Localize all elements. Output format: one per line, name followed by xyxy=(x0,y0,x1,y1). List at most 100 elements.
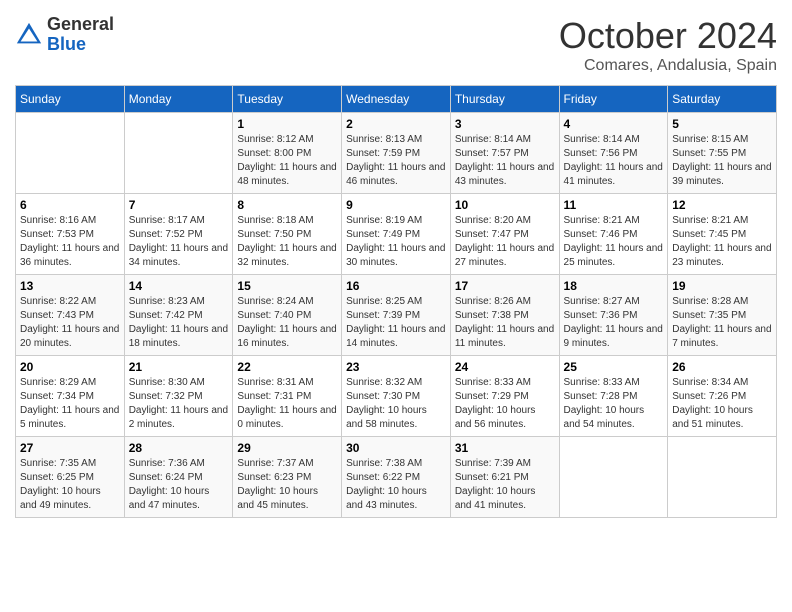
week-row-1: 1 Sunrise: 8:12 AMSunset: 8:00 PMDaylight… xyxy=(16,113,777,194)
weekday-header-saturday: Saturday xyxy=(668,86,777,113)
day-number: 30 xyxy=(346,441,446,455)
day-cell: 12 Sunrise: 8:21 AMSunset: 7:45 PMDayligh… xyxy=(668,194,777,275)
weekday-header-monday: Monday xyxy=(124,86,233,113)
day-info: Sunrise: 7:36 AMSunset: 6:24 PMDaylight:… xyxy=(129,457,229,513)
logo-icon xyxy=(15,21,43,49)
day-number: 6 xyxy=(20,198,120,212)
day-number: 3 xyxy=(455,117,555,131)
day-number: 25 xyxy=(564,360,664,374)
day-info: Sunrise: 8:20 AMSunset: 7:47 PMDaylight:… xyxy=(455,214,555,270)
day-number: 27 xyxy=(20,441,120,455)
day-info: Sunrise: 8:21 AMSunset: 7:45 PMDaylight:… xyxy=(672,214,772,270)
day-cell: 27 Sunrise: 7:35 AMSunset: 6:25 PMDayligh… xyxy=(16,437,125,518)
day-cell xyxy=(668,437,777,518)
day-cell: 15 Sunrise: 8:24 AMSunset: 7:40 PMDayligh… xyxy=(233,275,342,356)
week-row-2: 6 Sunrise: 8:16 AMSunset: 7:53 PMDaylight… xyxy=(16,194,777,275)
day-cell: 5Sunrise: 8:15 AMSunset: 7:55 PMDaylight… xyxy=(668,113,777,194)
month-title: October 2024 xyxy=(559,15,777,57)
day-number: 2 xyxy=(346,117,446,131)
day-number: 29 xyxy=(237,441,337,455)
day-info: Sunrise: 8:17 AMSunset: 7:52 PMDaylight:… xyxy=(129,214,229,270)
day-info: Sunrise: 8:34 AMSunset: 7:26 PMDaylight:… xyxy=(672,376,772,432)
day-cell: 1 Sunrise: 8:12 AMSunset: 8:00 PMDaylight… xyxy=(233,113,342,194)
day-number: 7 xyxy=(129,198,229,212)
day-info: Sunrise: 8:27 AMSunset: 7:36 PMDaylight:… xyxy=(564,295,664,351)
weekday-header-row: SundayMondayTuesdayWednesdayThursdayFrid… xyxy=(16,86,777,113)
location-title: Comares, Andalusia, Spain xyxy=(559,57,777,75)
day-number: 15 xyxy=(237,279,337,293)
day-info: Sunrise: 8:19 AMSunset: 7:49 PMDaylight:… xyxy=(346,214,446,270)
day-number: 21 xyxy=(129,360,229,374)
day-info: Sunrise: 8:30 AMSunset: 7:32 PMDaylight:… xyxy=(129,376,229,432)
day-cell xyxy=(559,437,668,518)
day-info: Sunrise: 8:14 AMSunset: 7:57 PMDaylight:… xyxy=(455,133,555,189)
logo-blue-text: Blue xyxy=(47,35,114,55)
day-number: 24 xyxy=(455,360,555,374)
day-info: Sunrise: 8:15 AMSunset: 7:55 PMDaylight:… xyxy=(672,133,772,189)
day-number: 14 xyxy=(129,279,229,293)
day-cell: 25Sunrise: 8:33 AMSunset: 7:28 PMDayligh… xyxy=(559,356,668,437)
day-cell: 22Sunrise: 8:31 AMSunset: 7:31 PMDayligh… xyxy=(233,356,342,437)
day-cell: 23Sunrise: 8:32 AMSunset: 7:30 PMDayligh… xyxy=(342,356,451,437)
day-cell: 19Sunrise: 8:28 AMSunset: 7:35 PMDayligh… xyxy=(668,275,777,356)
day-info: Sunrise: 7:38 AMSunset: 6:22 PMDaylight:… xyxy=(346,457,446,513)
day-number: 18 xyxy=(564,279,664,293)
day-cell: 30 Sunrise: 7:38 AMSunset: 6:22 PMDayligh… xyxy=(342,437,451,518)
day-cell: 8Sunrise: 8:18 AMSunset: 7:50 PMDaylight… xyxy=(233,194,342,275)
weekday-header-sunday: Sunday xyxy=(16,86,125,113)
day-cell: 16Sunrise: 8:25 AMSunset: 7:39 PMDayligh… xyxy=(342,275,451,356)
day-number: 31 xyxy=(455,441,555,455)
day-info: Sunrise: 8:16 AMSunset: 7:53 PMDaylight:… xyxy=(20,214,120,270)
day-number: 20 xyxy=(20,360,120,374)
day-cell: 4 Sunrise: 8:14 AMSunset: 7:56 PMDaylight… xyxy=(559,113,668,194)
day-number: 19 xyxy=(672,279,772,293)
day-cell: 9 Sunrise: 8:19 AMSunset: 7:49 PMDaylight… xyxy=(342,194,451,275)
page-header: General Blue October 2024 Comares, Andal… xyxy=(15,15,777,75)
day-cell: 3 Sunrise: 8:14 AMSunset: 7:57 PMDaylight… xyxy=(450,113,559,194)
day-info: Sunrise: 7:39 AMSunset: 6:21 PMDaylight:… xyxy=(455,457,555,513)
weekday-header-tuesday: Tuesday xyxy=(233,86,342,113)
week-row-3: 13Sunrise: 8:22 AMSunset: 7:43 PMDayligh… xyxy=(16,275,777,356)
day-cell: 13Sunrise: 8:22 AMSunset: 7:43 PMDayligh… xyxy=(16,275,125,356)
logo: General Blue xyxy=(15,15,114,55)
day-number: 9 xyxy=(346,198,446,212)
day-cell: 10 Sunrise: 8:20 AMSunset: 7:47 PMDayligh… xyxy=(450,194,559,275)
day-cell: 29 Sunrise: 7:37 AMSunset: 6:23 PMDayligh… xyxy=(233,437,342,518)
day-cell: 21 Sunrise: 8:30 AMSunset: 7:32 PMDayligh… xyxy=(124,356,233,437)
day-cell xyxy=(124,113,233,194)
day-number: 11 xyxy=(564,198,664,212)
day-number: 26 xyxy=(672,360,772,374)
week-row-4: 20 Sunrise: 8:29 AMSunset: 7:34 PMDayligh… xyxy=(16,356,777,437)
day-cell: 26 Sunrise: 8:34 AMSunset: 7:26 PMDayligh… xyxy=(668,356,777,437)
logo-general-text: General xyxy=(47,15,114,35)
day-cell: 17 Sunrise: 8:26 AMSunset: 7:38 PMDayligh… xyxy=(450,275,559,356)
day-cell: 11 Sunrise: 8:21 AMSunset: 7:46 PMDayligh… xyxy=(559,194,668,275)
title-section: October 2024 Comares, Andalusia, Spain xyxy=(559,15,777,75)
day-info: Sunrise: 8:13 AMSunset: 7:59 PMDaylight:… xyxy=(346,133,446,189)
weekday-header-wednesday: Wednesday xyxy=(342,86,451,113)
week-row-5: 27 Sunrise: 7:35 AMSunset: 6:25 PMDayligh… xyxy=(16,437,777,518)
day-number: 17 xyxy=(455,279,555,293)
day-info: Sunrise: 8:23 AMSunset: 7:42 PMDaylight:… xyxy=(129,295,229,351)
day-number: 10 xyxy=(455,198,555,212)
day-cell: 24Sunrise: 8:33 AMSunset: 7:29 PMDayligh… xyxy=(450,356,559,437)
day-cell: 2 Sunrise: 8:13 AMSunset: 7:59 PMDaylight… xyxy=(342,113,451,194)
day-info: Sunrise: 8:18 AMSunset: 7:50 PMDaylight:… xyxy=(237,214,337,270)
day-info: Sunrise: 8:29 AMSunset: 7:34 PMDaylight:… xyxy=(20,376,120,432)
day-info: Sunrise: 8:21 AMSunset: 7:46 PMDaylight:… xyxy=(564,214,664,270)
day-info: Sunrise: 8:26 AMSunset: 7:38 PMDaylight:… xyxy=(455,295,555,351)
day-number: 1 xyxy=(237,117,337,131)
day-cell: 31 Sunrise: 7:39 AMSunset: 6:21 PMDayligh… xyxy=(450,437,559,518)
day-info: Sunrise: 7:35 AMSunset: 6:25 PMDaylight:… xyxy=(20,457,120,513)
day-number: 4 xyxy=(564,117,664,131)
day-cell: 7 Sunrise: 8:17 AMSunset: 7:52 PMDaylight… xyxy=(124,194,233,275)
day-info: Sunrise: 8:14 AMSunset: 7:56 PMDaylight:… xyxy=(564,133,664,189)
day-info: Sunrise: 7:37 AMSunset: 6:23 PMDaylight:… xyxy=(237,457,337,513)
day-info: Sunrise: 8:12 AMSunset: 8:00 PMDaylight:… xyxy=(237,133,337,189)
day-number: 16 xyxy=(346,279,446,293)
day-info: Sunrise: 8:24 AMSunset: 7:40 PMDaylight:… xyxy=(237,295,337,351)
day-cell: 14 Sunrise: 8:23 AMSunset: 7:42 PMDayligh… xyxy=(124,275,233,356)
day-number: 12 xyxy=(672,198,772,212)
day-number: 22 xyxy=(237,360,337,374)
day-number: 23 xyxy=(346,360,446,374)
